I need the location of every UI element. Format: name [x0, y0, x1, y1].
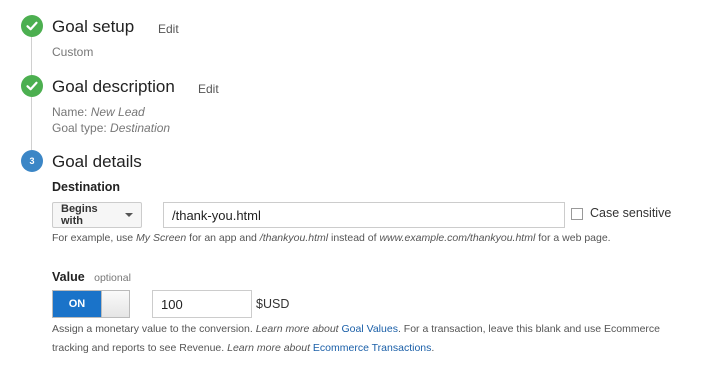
value-toggle[interactable]: ON — [52, 290, 130, 318]
step-connector — [31, 36, 32, 76]
checkmark-icon — [26, 81, 38, 91]
goal-type-value: Destination — [110, 121, 171, 135]
value-help-text: Assign a monetary value to the conversio… — [52, 320, 702, 358]
value-label-row: Value optional — [52, 268, 131, 286]
help-text: . — [431, 342, 435, 354]
step-1-summary: Custom — [52, 45, 94, 59]
match-type-value: Begins with — [61, 203, 98, 227]
optional-label: optional — [94, 272, 131, 284]
goal-name-row: Name: New Lead — [52, 105, 145, 119]
value-amount-input[interactable] — [152, 290, 252, 318]
value-help-line-1: Assign a monetary value to the conversio… — [52, 320, 702, 339]
help-text: For example, use — [52, 232, 137, 244]
help-text: . For a transaction, leave this blank an… — [397, 323, 660, 335]
checkmark-icon — [26, 21, 38, 31]
value-help-line-2: tracking and reports to see Revenue. Lea… — [52, 339, 702, 358]
goal-type-label: Goal type: — [52, 121, 107, 135]
ecommerce-transactions-link[interactable]: Ecommerce Transactions — [313, 342, 431, 354]
step-1-title: Goal setup — [52, 17, 135, 36]
match-type-dropdown[interactable]: Begins with — [52, 202, 142, 228]
help-text: tracking and reports to see Revenue. — [52, 342, 228, 354]
destination-help-text: For example, use My Screen for an app an… — [52, 229, 611, 248]
toggle-knob — [101, 291, 129, 317]
destination-label: Destination — [52, 180, 121, 194]
help-example: /thankyou.html — [259, 232, 329, 244]
toggle-on-label: ON — [53, 291, 101, 317]
goal-name-value: New Lead — [90, 105, 145, 119]
step-1-edit-link[interactable]: Edit — [158, 22, 179, 36]
destination-input[interactable] — [163, 202, 565, 228]
case-sensitive-label: Case sensitive — [590, 206, 672, 220]
goal-name-label: Name: — [52, 105, 88, 119]
step-2-title: Goal description — [52, 77, 175, 96]
case-sensitive-checkbox[interactable] — [571, 208, 583, 220]
step-3-title: Goal details — [52, 152, 142, 171]
goal-values-link[interactable]: Goal Values — [342, 323, 398, 335]
help-text: Assign a monetary value to the conversio… — [52, 323, 256, 335]
step-3-number-badge: 3 — [21, 150, 43, 172]
goal-type-row: Goal type: Destination — [52, 121, 170, 135]
step-connector — [31, 97, 32, 150]
help-text: Learn more about — [255, 323, 342, 335]
help-example: www.example.com/thankyou.html — [379, 232, 536, 244]
caret-down-icon — [125, 213, 133, 217]
currency-label: $USD — [256, 297, 290, 311]
help-text: for a web page. — [535, 232, 611, 244]
help-text: Learn more about — [227, 342, 313, 354]
step-1-complete-badge — [21, 15, 43, 37]
step-2-edit-link[interactable]: Edit — [198, 82, 219, 96]
help-text: instead of — [328, 232, 380, 244]
help-example: My Screen — [136, 232, 187, 244]
step-2-complete-badge — [21, 75, 43, 97]
help-text: for an app and — [186, 232, 260, 244]
value-label: Value — [52, 270, 85, 284]
